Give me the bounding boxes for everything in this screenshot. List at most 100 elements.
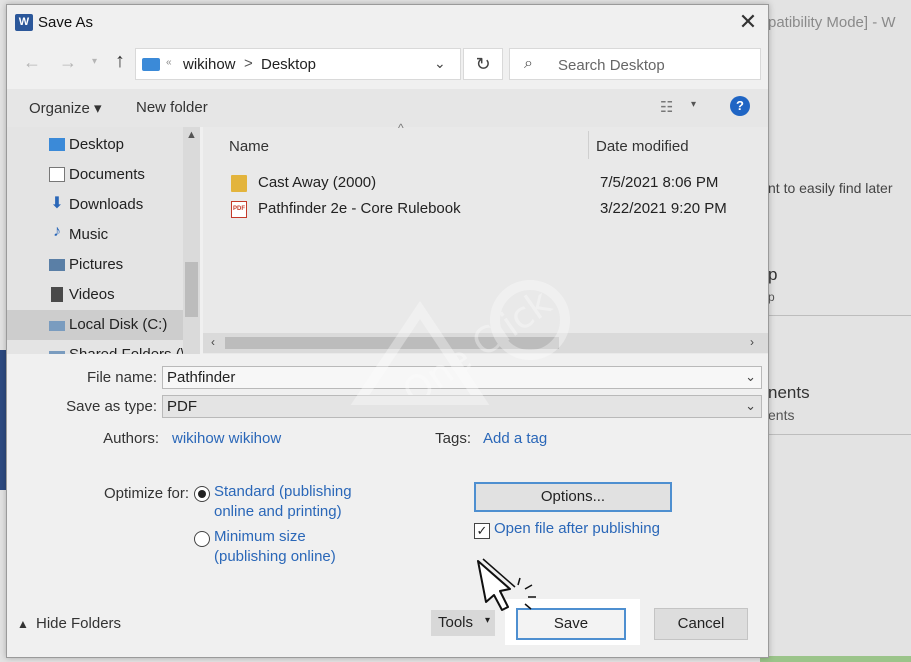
music-icon: ♪ bbox=[53, 223, 61, 240]
dialog-titlebar: W Save As ✕ bbox=[7, 5, 768, 39]
optimize-minimum-label[interactable]: Minimum size (publishing online) bbox=[214, 527, 336, 567]
tags-field[interactable]: Add a tag bbox=[483, 430, 547, 447]
column-header-name[interactable]: Name bbox=[229, 138, 269, 155]
search-box[interactable]: ⌕ Search Desktop bbox=[509, 48, 761, 80]
column-header-date-modified[interactable]: Date modified bbox=[596, 138, 689, 155]
file-row[interactable]: Cast Away (2000) 7/5/2021 8:06 PM bbox=[203, 171, 768, 197]
file-name-value: Pathfinder bbox=[167, 369, 236, 386]
pictures-icon bbox=[49, 259, 65, 271]
file-name-label: File name: bbox=[86, 369, 157, 386]
options-button[interactable]: Options... bbox=[474, 482, 672, 512]
scroll-up-arrow-icon[interactable]: ▲ bbox=[186, 129, 197, 141]
scrollbar-thumb[interactable] bbox=[225, 337, 559, 349]
scroll-left-arrow-icon[interactable]: ‹ bbox=[211, 335, 215, 349]
optimize-for-label: Optimize for: bbox=[103, 485, 189, 502]
optimize-standard-label[interactable]: Standard (publishing online and printing… bbox=[214, 482, 352, 522]
file-list-horizontal-scrollbar[interactable]: ‹ › bbox=[203, 333, 768, 353]
help-button[interactable]: ? bbox=[730, 96, 750, 116]
optimize-minimum-line2: (publishing online) bbox=[214, 548, 336, 565]
drive-icon bbox=[49, 321, 65, 331]
network-drive-icon bbox=[49, 351, 65, 354]
file-row[interactable]: PDF Pathfinder 2e - Core Rulebook 3/22/2… bbox=[203, 197, 768, 223]
close-button[interactable]: ✕ bbox=[733, 9, 763, 35]
cancel-button[interactable]: Cancel bbox=[654, 608, 748, 640]
background-text: nt to easily find later bbox=[768, 180, 893, 196]
view-details-icon[interactable]: ☷ bbox=[660, 98, 673, 116]
nav-item-music[interactable]: ♪ Music bbox=[7, 220, 183, 250]
mouse-pointer-icon bbox=[477, 558, 536, 611]
refresh-button[interactable]: ↻ bbox=[463, 48, 503, 80]
desktop-location-icon bbox=[142, 58, 160, 71]
save-as-dialog: W Save As ✕ ← → ▾ ↑ « wikihow > Desktop … bbox=[6, 4, 769, 658]
organize-menu[interactable]: Organize ▾ bbox=[29, 99, 102, 117]
open-after-publishing-checkbox[interactable]: ✓ bbox=[474, 523, 490, 539]
background-subtext: ents bbox=[768, 407, 795, 423]
forward-arrow-icon[interactable]: → bbox=[59, 52, 77, 73]
word-app-icon: W bbox=[15, 14, 33, 31]
chevron-up-icon: ▲ bbox=[17, 617, 29, 631]
address-dropdown-chevron-icon[interactable]: ⌄ bbox=[434, 55, 446, 72]
nav-item-desktop[interactable]: Desktop bbox=[7, 130, 183, 160]
authors-field[interactable]: wikihow wikihow bbox=[172, 430, 281, 447]
downloads-icon: ⬇ bbox=[50, 195, 64, 212]
hide-folders-label: Hide Folders bbox=[36, 615, 122, 632]
nav-item-label: Pictures bbox=[69, 256, 124, 273]
optimize-standard-radio[interactable] bbox=[194, 486, 210, 502]
file-date-modified: 7/5/2021 8:06 PM bbox=[600, 174, 719, 191]
pdf-file-icon: PDF bbox=[231, 201, 247, 218]
nav-item-label: Documents bbox=[69, 166, 145, 183]
scrollbar-thumb[interactable] bbox=[185, 262, 198, 317]
back-arrow-icon[interactable]: ← bbox=[23, 52, 41, 73]
sort-ascending-icon: ^ bbox=[398, 121, 404, 135]
chevron-down-icon[interactable]: ⌄ bbox=[745, 369, 756, 385]
save-as-type-value: PDF bbox=[167, 398, 197, 415]
command-toolbar: Organize ▾ New folder ☷ ▾ ? bbox=[7, 89, 768, 127]
view-dropdown-chevron-icon[interactable]: ▾ bbox=[691, 99, 696, 110]
open-after-publishing-label[interactable]: Open file after publishing bbox=[494, 520, 660, 537]
address-bar[interactable]: « wikihow > Desktop ⌄ bbox=[135, 48, 461, 80]
save-as-type-select[interactable]: PDF ⌄ bbox=[162, 395, 762, 418]
tools-label: Tools bbox=[438, 614, 474, 631]
nav-item-local-disk[interactable]: Local Disk (C:) bbox=[7, 310, 183, 340]
recent-locations-chevron-icon[interactable]: ▾ bbox=[92, 56, 97, 67]
background-heading: nents bbox=[768, 383, 810, 402]
nav-item-label: Desktop bbox=[69, 136, 125, 153]
scroll-right-arrow-icon[interactable]: › bbox=[750, 335, 754, 349]
background-divider bbox=[768, 315, 911, 316]
background-subtext: p bbox=[768, 290, 775, 304]
nav-item-documents[interactable]: Documents bbox=[7, 160, 183, 190]
documents-icon bbox=[49, 167, 65, 182]
breadcrumb-chevron-icon[interactable]: > bbox=[244, 55, 253, 72]
dialog-title: Save As bbox=[38, 14, 94, 31]
tags-label: Tags: bbox=[435, 430, 471, 447]
nav-pane-scrollbar[interactable]: ▲ bbox=[183, 127, 200, 354]
column-divider[interactable] bbox=[588, 131, 589, 159]
navigation-pane: Desktop Documents ⬇ Downloads ♪ Music Pi… bbox=[7, 127, 200, 354]
chevron-down-icon[interactable]: ⌄ bbox=[745, 398, 756, 414]
background-divider bbox=[768, 434, 911, 435]
breadcrumb-desktop[interactable]: Desktop bbox=[261, 56, 316, 73]
nav-item-pictures[interactable]: Pictures bbox=[7, 250, 183, 280]
chevron-down-icon: ▾ bbox=[485, 615, 491, 626]
up-arrow-icon[interactable]: ↑ bbox=[115, 50, 125, 73]
breadcrumb-wikihow[interactable]: wikihow bbox=[183, 56, 236, 73]
file-list: ^ Name Date modified Cast Away (2000) 7/… bbox=[203, 121, 768, 354]
nav-item-label: Local Disk (C:) bbox=[69, 316, 168, 333]
nav-item-shared-folders[interactable]: Shared Folders (\ bbox=[7, 340, 185, 354]
search-placeholder[interactable]: Search Desktop bbox=[558, 57, 665, 74]
optimize-minimum-radio[interactable] bbox=[194, 531, 210, 547]
address-overflow[interactable]: « bbox=[166, 57, 172, 68]
refresh-icon: ↻ bbox=[475, 54, 491, 74]
nav-item-label: Shared Folders (\ bbox=[69, 346, 185, 354]
file-name: Cast Away (2000) bbox=[258, 174, 377, 191]
optimize-standard-line2: online and printing) bbox=[214, 503, 342, 520]
file-name-field[interactable]: Pathfinder ⌄ bbox=[162, 366, 762, 389]
optimize-standard-line1: Standard (publishing bbox=[214, 483, 352, 500]
new-folder-button[interactable]: New folder bbox=[136, 99, 208, 116]
nav-item-label: Music bbox=[69, 226, 109, 243]
background-title: patibility Mode] - W bbox=[768, 14, 896, 31]
nav-item-downloads[interactable]: ⬇ Downloads bbox=[7, 190, 183, 220]
nav-item-videos[interactable]: Videos bbox=[7, 280, 183, 310]
file-name: Pathfinder 2e - Core Rulebook bbox=[258, 200, 461, 217]
background-heading: p bbox=[768, 265, 778, 284]
